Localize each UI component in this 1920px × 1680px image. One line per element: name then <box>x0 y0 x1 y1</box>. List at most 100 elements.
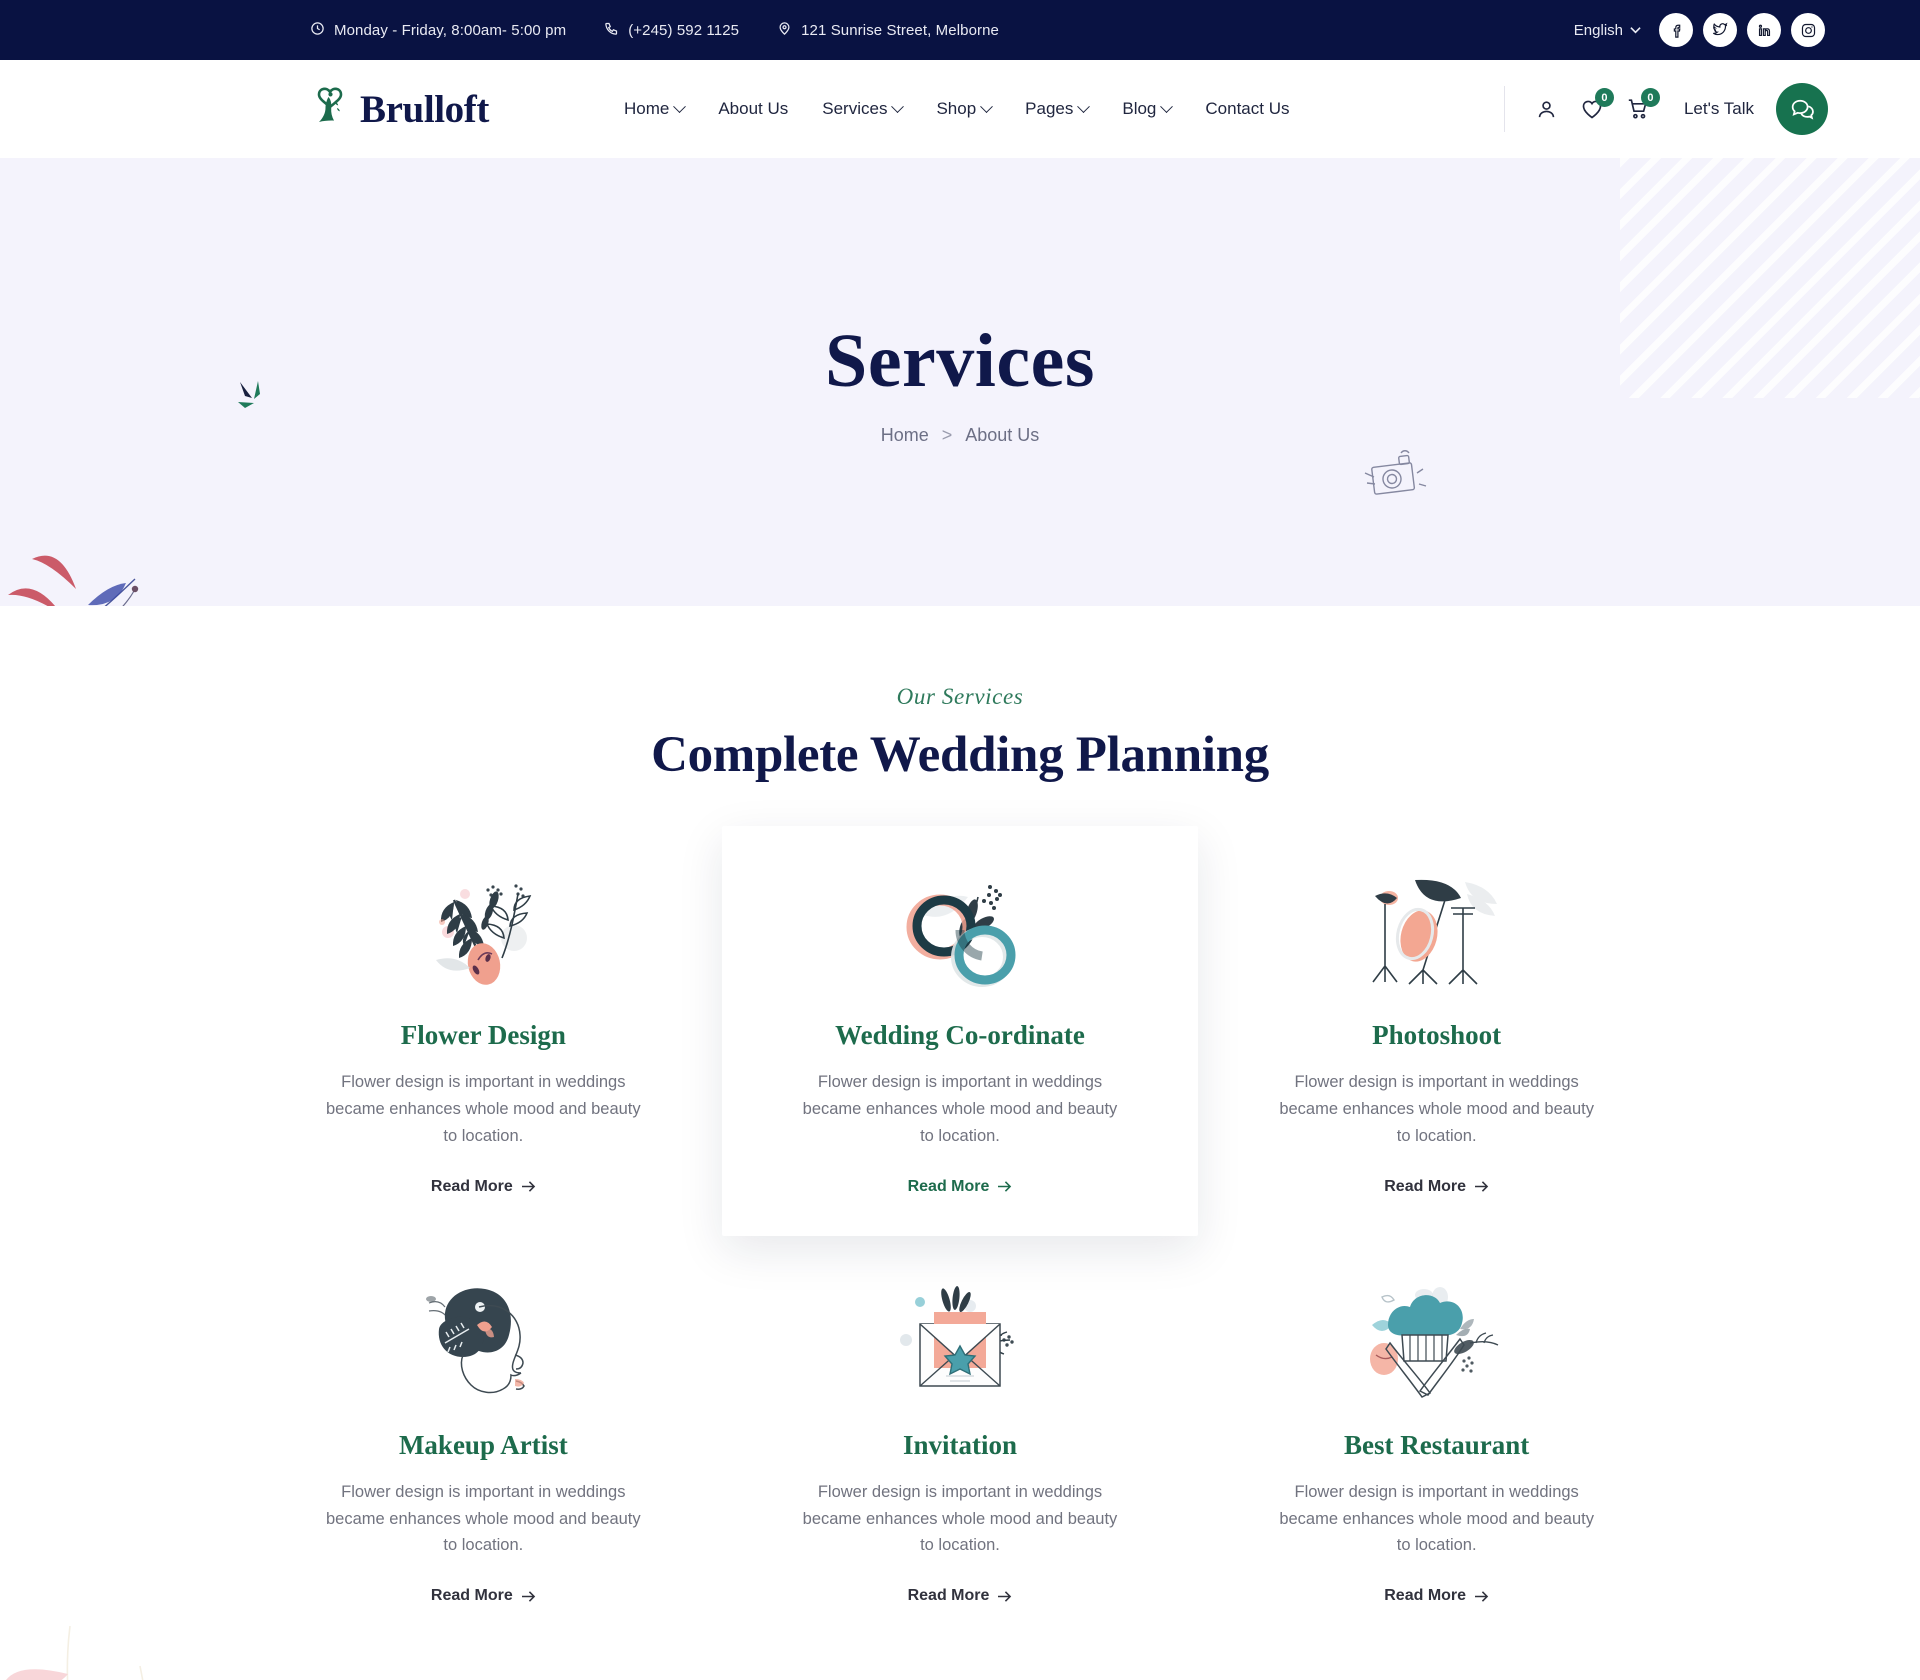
envelope-icon <box>778 1282 1143 1408</box>
service-card-best-restaurant[interactable]: Best Restaurant Flower design is importa… <box>1198 1236 1675 1640</box>
chef-hat-icon <box>1254 1282 1619 1408</box>
service-title[interactable]: Flower Design <box>301 1020 666 1051</box>
chevron-down-icon <box>1160 99 1174 113</box>
leaf-shards-decoration <box>232 376 272 416</box>
service-description: Flower design is important in weddings b… <box>802 1482 1118 1555</box>
service-title[interactable]: Makeup Artist <box>301 1430 666 1461</box>
nav-label: Shop <box>936 99 977 118</box>
nav-item-shop[interactable]: Shop <box>936 99 994 119</box>
chevron-down-icon <box>891 99 905 113</box>
section-eyebrow: Our Services <box>896 684 1024 709</box>
address: 121 Sunrise Street, Melborne <box>777 21 999 40</box>
service-card-invitation[interactable]: Invitation Flower design is important in… <box>722 1236 1199 1640</box>
chevron-down-icon <box>1077 99 1091 113</box>
nav-label: Services <box>822 99 888 118</box>
service-card-flower-design[interactable]: Flower Design Flower design is important… <box>245 826 722 1236</box>
phone-icon <box>604 21 619 40</box>
service-description: Flower design is important in weddings b… <box>326 1482 641 1555</box>
studio-lights-icon <box>1254 872 1619 998</box>
wishlist-button[interactable]: 0 <box>1580 88 1614 121</box>
user-icon <box>1538 100 1555 117</box>
nav-item-services[interactable]: Services <box>822 99 905 119</box>
breadcrumb: Home > About Us <box>881 425 1040 446</box>
service-description: Flower design is important in weddings b… <box>802 1073 1118 1145</box>
business-hours: Monday - Friday, 8:00am- 5:00 pm <box>310 21 566 40</box>
location-pin-icon <box>777 21 792 40</box>
watercolor-branch-decoration <box>0 523 180 606</box>
read-more-link[interactable]: Read More <box>1384 1178 1489 1196</box>
language-selector[interactable]: English <box>1574 22 1641 39</box>
service-card-makeup-artist[interactable]: Makeup Artist Flower design is important… <box>245 1236 722 1640</box>
header-actions: 0 0 Let's Talk <box>1503 83 1828 135</box>
arrow-right-icon <box>521 1181 535 1192</box>
wedding-rings-icon <box>768 872 1153 998</box>
service-card-wedding-coordinate[interactable]: Wedding Co-ordinate Flower design is imp… <box>721 826 1199 1236</box>
service-title[interactable]: Wedding Co-ordinate <box>768 1020 1153 1051</box>
read-more-link[interactable]: Read More <box>908 1587 1013 1605</box>
service-title[interactable]: Photoshoot <box>1254 1020 1619 1051</box>
arrow-right-icon <box>521 1591 535 1602</box>
flower-branch-icon <box>301 872 666 998</box>
lets-talk-label[interactable]: Let's Talk <box>1684 99 1754 119</box>
site-logo[interactable]: Brulloft <box>310 84 489 135</box>
cart-button[interactable]: 0 <box>1626 88 1660 121</box>
main-navigation: Home About Us Services Shop Pages Blog C… <box>624 99 1290 119</box>
chevron-down-icon <box>1630 27 1641 34</box>
phone-text: (+245) 592 1125 <box>628 21 740 39</box>
account-button[interactable] <box>1535 98 1558 121</box>
woman-profile-icon <box>301 1282 666 1408</box>
phone-number[interactable]: (+245) 592 1125 <box>604 21 739 40</box>
read-more-label: Read More <box>1384 1587 1467 1605</box>
nav-item-home[interactable]: Home <box>623 99 687 119</box>
brand-name: Brulloft <box>360 87 489 131</box>
read-more-link[interactable]: Read More <box>431 1178 536 1196</box>
chat-bubbles-icon <box>1791 99 1814 120</box>
twitter-icon[interactable] <box>1703 13 1737 47</box>
breadcrumb-home[interactable]: Home <box>881 425 929 446</box>
service-title[interactable]: Invitation <box>778 1430 1143 1461</box>
bride-heart-logo-icon <box>310 84 352 135</box>
service-title[interactable]: Best Restaurant <box>1254 1430 1619 1461</box>
instagram-icon[interactable] <box>1791 13 1825 47</box>
arrow-right-icon <box>998 1181 1012 1192</box>
service-description: Flower design is important in weddings b… <box>1279 1482 1594 1555</box>
nav-item-about-us[interactable]: About Us <box>718 99 788 119</box>
chevron-down-icon <box>980 99 994 113</box>
arrow-right-icon <box>1475 1591 1489 1602</box>
read-more-link[interactable]: Read More <box>908 1178 1013 1196</box>
read-more-link[interactable]: Read More <box>1384 1587 1489 1605</box>
nav-label: Home <box>623 99 670 118</box>
page-title: Services <box>825 319 1095 403</box>
facebook-icon[interactable] <box>1659 13 1693 47</box>
arrow-right-icon <box>998 1591 1012 1602</box>
site-header: Brulloft Home About Us Services Shop Pag… <box>0 60 1920 158</box>
social-links <box>1659 13 1825 47</box>
read-more-link[interactable]: Read More <box>431 1587 536 1605</box>
nav-label: Blog <box>1122 99 1157 118</box>
services-section: Our Services Complete Wedding Planning F… <box>0 606 1920 1680</box>
chat-button[interactable] <box>1776 83 1828 135</box>
topbar-info-group: Monday - Friday, 8:00am- 5:00 pm (+245) … <box>310 21 999 40</box>
nav-item-pages[interactable]: Pages <box>1025 99 1091 119</box>
read-more-label: Read More <box>1384 1177 1467 1195</box>
nav-label: Pages <box>1025 99 1074 118</box>
service-description: Flower design is important in weddings b… <box>1279 1073 1594 1145</box>
service-card-photoshoot[interactable]: Photoshoot Flower design is important in… <box>1198 826 1675 1236</box>
service-description: Flower design is important in weddings b… <box>326 1073 641 1145</box>
services-grid: Flower Design Flower design is important… <box>245 826 1675 1639</box>
business-hours-text: Monday - Friday, 8:00am- 5:00 pm <box>334 21 567 39</box>
breadcrumb-separator: > <box>941 425 953 445</box>
nav-item-contact-us[interactable]: Contact Us <box>1205 99 1289 119</box>
page-hero: Services Home > About Us <box>0 158 1920 606</box>
chevron-down-icon <box>673 99 687 113</box>
vintage-camera-decoration <box>1355 443 1431 509</box>
section-title: Complete Wedding Planning <box>651 727 1269 783</box>
top-info-bar: Monday - Friday, 8:00am- 5:00 pm (+245) … <box>0 0 1920 60</box>
topbar-right-group: English <box>1574 13 1825 47</box>
read-more-label: Read More <box>430 1587 513 1605</box>
language-label: English <box>1573 21 1623 39</box>
nav-item-blog[interactable]: Blog <box>1122 99 1174 119</box>
read-more-label: Read More <box>430 1177 513 1195</box>
address-text: 121 Sunrise Street, Melborne <box>801 21 1000 39</box>
linkedin-icon[interactable] <box>1747 13 1781 47</box>
